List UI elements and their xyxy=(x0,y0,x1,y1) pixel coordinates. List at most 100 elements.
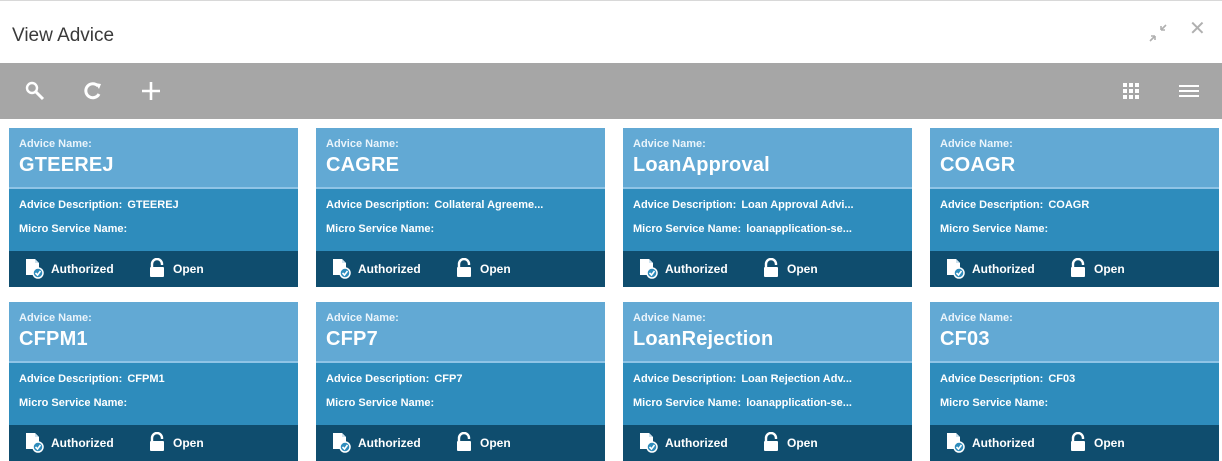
authorization-status-text: Authorized xyxy=(972,262,1035,276)
authorization-status: Authorized xyxy=(944,431,1068,456)
authorization-status: Authorized xyxy=(23,431,147,456)
minimize-icon[interactable] xyxy=(1146,21,1170,45)
authorization-status-text: Authorized xyxy=(972,436,1035,450)
authorization-status: Authorized xyxy=(330,257,454,282)
advice-description-value: CFPM1 xyxy=(127,373,165,385)
unlock-icon xyxy=(147,257,173,281)
refresh-icon[interactable] xyxy=(78,63,108,119)
lock-status: Open xyxy=(1068,431,1125,455)
advice-card[interactable]: Advice Name: CFP7 Advice Description: CFP7 M… xyxy=(316,302,605,461)
advice-name-label: Advice Name: xyxy=(633,312,706,324)
advice-description-value: Loan Approval Advi... xyxy=(741,199,854,211)
unlock-icon xyxy=(454,431,480,455)
card-body: Advice Description: CFP7 Micro Service Nam… xyxy=(316,363,605,425)
advice-description-label: Advice Description: xyxy=(19,199,123,211)
authorization-status-text: Authorized xyxy=(358,436,421,450)
lock-status: Open xyxy=(761,257,818,281)
lock-status: Open xyxy=(147,257,204,281)
advice-description-label: Advice Description: xyxy=(940,199,1044,211)
view-advice-window: View Advice ✕ Advice Name: GTEEREJ Advic… xyxy=(0,0,1222,461)
advice-card[interactable]: Advice Name: COAGR Advice Description: COAG… xyxy=(930,128,1219,287)
micro-service-label: Micro Service Name: xyxy=(633,397,742,409)
lock-status-text: Open xyxy=(1094,262,1125,276)
authorization-status-text: Authorized xyxy=(51,436,114,450)
authorized-document-icon xyxy=(944,431,972,456)
lock-status-text: Open xyxy=(173,262,204,276)
card-header: Advice Name: LoanRejection xyxy=(623,302,912,363)
card-footer: Authorized Open xyxy=(9,425,298,461)
advice-name-label: Advice Name: xyxy=(633,138,706,150)
advice-card[interactable]: Advice Name: CF03 Advice Description: CF03 M… xyxy=(930,302,1219,461)
advice-description-value: GTEEREJ xyxy=(127,199,179,211)
advice-description-value: CFP7 xyxy=(434,373,463,385)
lock-status-text: Open xyxy=(173,436,204,450)
micro-service-line: Micro Service Name: xyxy=(940,221,1209,245)
micro-service-line: Micro Service Name: xyxy=(326,395,595,419)
micro-service-line: Micro Service Name: loanapplication-se... xyxy=(633,395,902,419)
card-header: Advice Name: GTEEREJ xyxy=(9,128,298,189)
micro-service-label: Micro Service Name: xyxy=(19,223,128,235)
card-footer: Authorized Open xyxy=(930,251,1219,287)
advice-card[interactable]: Advice Name: GTEEREJ Advice Description: GT… xyxy=(9,128,298,287)
search-icon[interactable] xyxy=(20,63,50,119)
authorization-status: Authorized xyxy=(330,431,454,456)
authorization-status-text: Authorized xyxy=(665,262,728,276)
authorization-status-text: Authorized xyxy=(51,262,114,276)
advice-name-label: Advice Name: xyxy=(326,312,399,324)
advice-description-line: Advice Description: Collateral Agreeme... xyxy=(326,197,595,221)
card-body: Advice Description: COAGR Micro Service Na… xyxy=(930,189,1219,251)
micro-service-label: Micro Service Name: xyxy=(326,223,435,235)
card-body: Advice Description: CFPM1 Micro Service Na… xyxy=(9,363,298,425)
unlock-icon xyxy=(147,431,173,455)
advice-card[interactable]: Advice Name: LoanApproval Advice Descripti… xyxy=(623,128,912,287)
unlock-icon xyxy=(454,257,480,281)
lock-status-text: Open xyxy=(480,262,511,276)
card-header: Advice Name: CF03 xyxy=(930,302,1219,363)
advice-name-value: LoanApproval xyxy=(633,154,770,176)
advice-description-value: COAGR xyxy=(1048,199,1090,211)
unlock-icon xyxy=(1068,257,1094,281)
micro-service-label: Micro Service Name: xyxy=(633,223,742,235)
grid-view-icon[interactable] xyxy=(1116,63,1146,119)
micro-service-line: Micro Service Name: xyxy=(19,395,288,419)
card-header: Advice Name: CAGRE xyxy=(316,128,605,189)
authorized-document-icon xyxy=(944,257,972,282)
advice-description-line: Advice Description: COAGR xyxy=(940,197,1209,221)
list-view-icon[interactable] xyxy=(1174,63,1204,119)
micro-service-label: Micro Service Name: xyxy=(326,397,435,409)
advice-name-value: GTEEREJ xyxy=(19,154,114,176)
advice-name-value: LoanRejection xyxy=(633,328,774,350)
card-body: Advice Description: CF03 Micro Service Nam… xyxy=(930,363,1219,425)
advice-name-label: Advice Name: xyxy=(19,312,92,324)
advice-card[interactable]: Advice Name: LoanRejection Advice Descript… xyxy=(623,302,912,461)
card-footer: Authorized Open xyxy=(316,425,605,461)
advice-name-label: Advice Name: xyxy=(940,312,1013,324)
lock-status: Open xyxy=(1068,257,1125,281)
card-footer: Authorized Open xyxy=(316,251,605,287)
card-body: Advice Description: Loan Rejection Adv...… xyxy=(623,363,912,425)
authorization-status-text: Authorized xyxy=(358,262,421,276)
plus-icon[interactable] xyxy=(136,63,166,119)
card-header: Advice Name: CFP7 xyxy=(316,302,605,363)
lock-status-text: Open xyxy=(787,436,818,450)
micro-service-value: loanapplication-se... xyxy=(746,397,852,409)
advice-description-line: Advice Description: CFP7 xyxy=(326,371,595,395)
unlock-icon xyxy=(761,257,787,281)
advice-description-label: Advice Description: xyxy=(19,373,123,385)
lock-status-text: Open xyxy=(480,436,511,450)
authorization-status: Authorized xyxy=(23,257,147,282)
advice-description-value: CF03 xyxy=(1048,373,1076,385)
advice-name-value: CF03 xyxy=(940,328,990,350)
micro-service-label: Micro Service Name: xyxy=(19,397,128,409)
close-icon[interactable]: ✕ xyxy=(1189,19,1206,39)
micro-service-value: loanapplication-se... xyxy=(746,223,852,235)
advice-description-label: Advice Description: xyxy=(326,373,430,385)
advice-description-label: Advice Description: xyxy=(633,199,737,211)
advice-card[interactable]: Advice Name: CAGRE Advice Description: Coll… xyxy=(316,128,605,287)
lock-status: Open xyxy=(454,257,511,281)
advice-card[interactable]: Advice Name: CFPM1 Advice Description: CFPM… xyxy=(9,302,298,461)
card-header: Advice Name: CFPM1 xyxy=(9,302,298,363)
authorization-status: Authorized xyxy=(944,257,1068,282)
advice-name-label: Advice Name: xyxy=(326,138,399,150)
authorized-document-icon xyxy=(637,257,665,282)
